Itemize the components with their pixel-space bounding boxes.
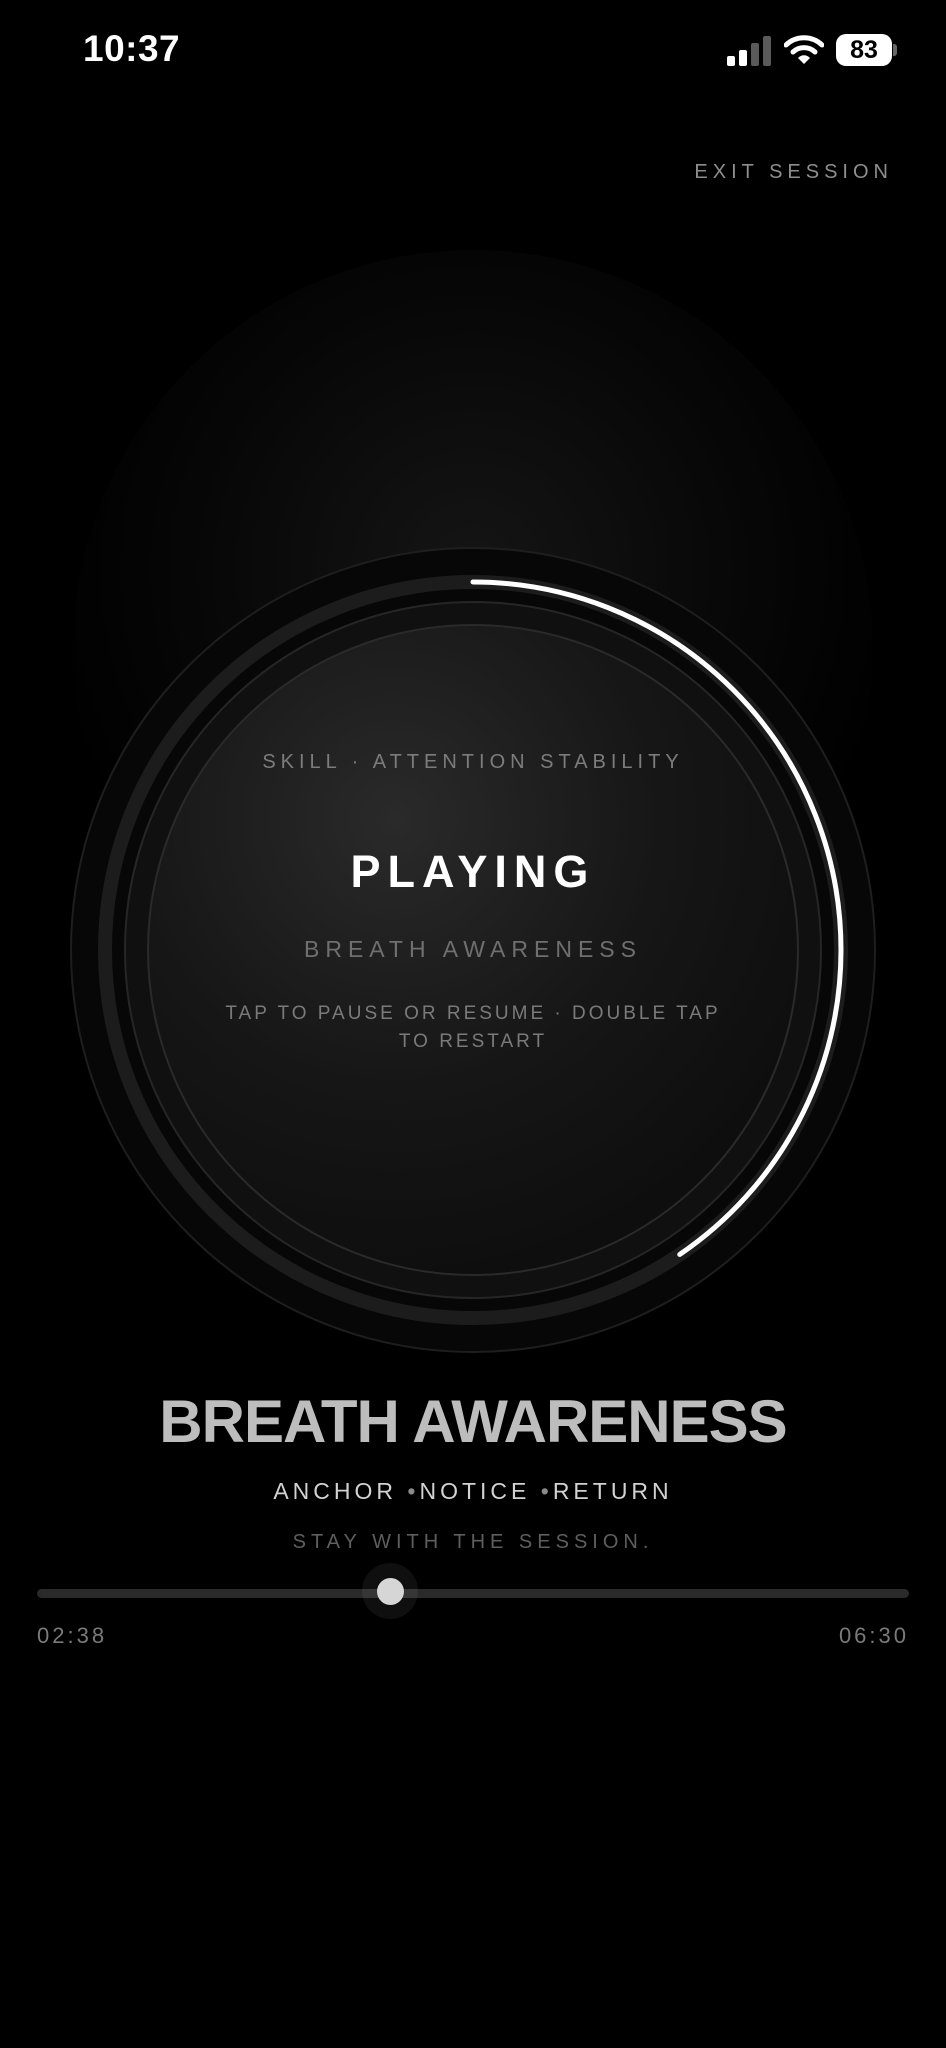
step-notice: NOTICE <box>419 1478 531 1504</box>
gesture-hint: TAP TO PAUSE OR RESUME · DOUBLE TAP TO R… <box>225 1003 721 1052</box>
wifi-icon <box>784 35 824 64</box>
step-separator: • <box>540 1478 553 1504</box>
session-tagline: STAY WITH THE SESSION. <box>292 1531 654 1553</box>
session-steps: ANCHOR •NOTICE •RETURN <box>0 1478 946 1505</box>
session-title: BREATH AWARENESS <box>159 1388 787 1455</box>
battery-nub <box>893 44 897 56</box>
cellular-signal-icon <box>727 36 771 66</box>
session-subtitle: BREATH AWARENESS <box>304 936 642 962</box>
step-anchor: ANCHOR <box>273 1478 398 1504</box>
battery-level: 83 <box>850 35 878 64</box>
progress-track[interactable] <box>37 1589 909 1598</box>
battery-icon: 83 <box>836 34 892 66</box>
playback-state: PLAYING <box>350 846 596 897</box>
skill-label: SKILL · ATTENTION STABILITY <box>262 751 684 773</box>
elapsed-time: 02:38 <box>37 1623 108 1648</box>
status-bar-time: 10:37 <box>83 28 181 69</box>
exit-session-button[interactable]: EXIT SESSION <box>694 161 893 184</box>
total-time: 06:30 <box>838 1623 909 1648</box>
step-return: RETURN <box>552 1478 673 1504</box>
scrubber-knob[interactable] <box>376 1578 404 1605</box>
step-separator: • <box>407 1478 420 1504</box>
